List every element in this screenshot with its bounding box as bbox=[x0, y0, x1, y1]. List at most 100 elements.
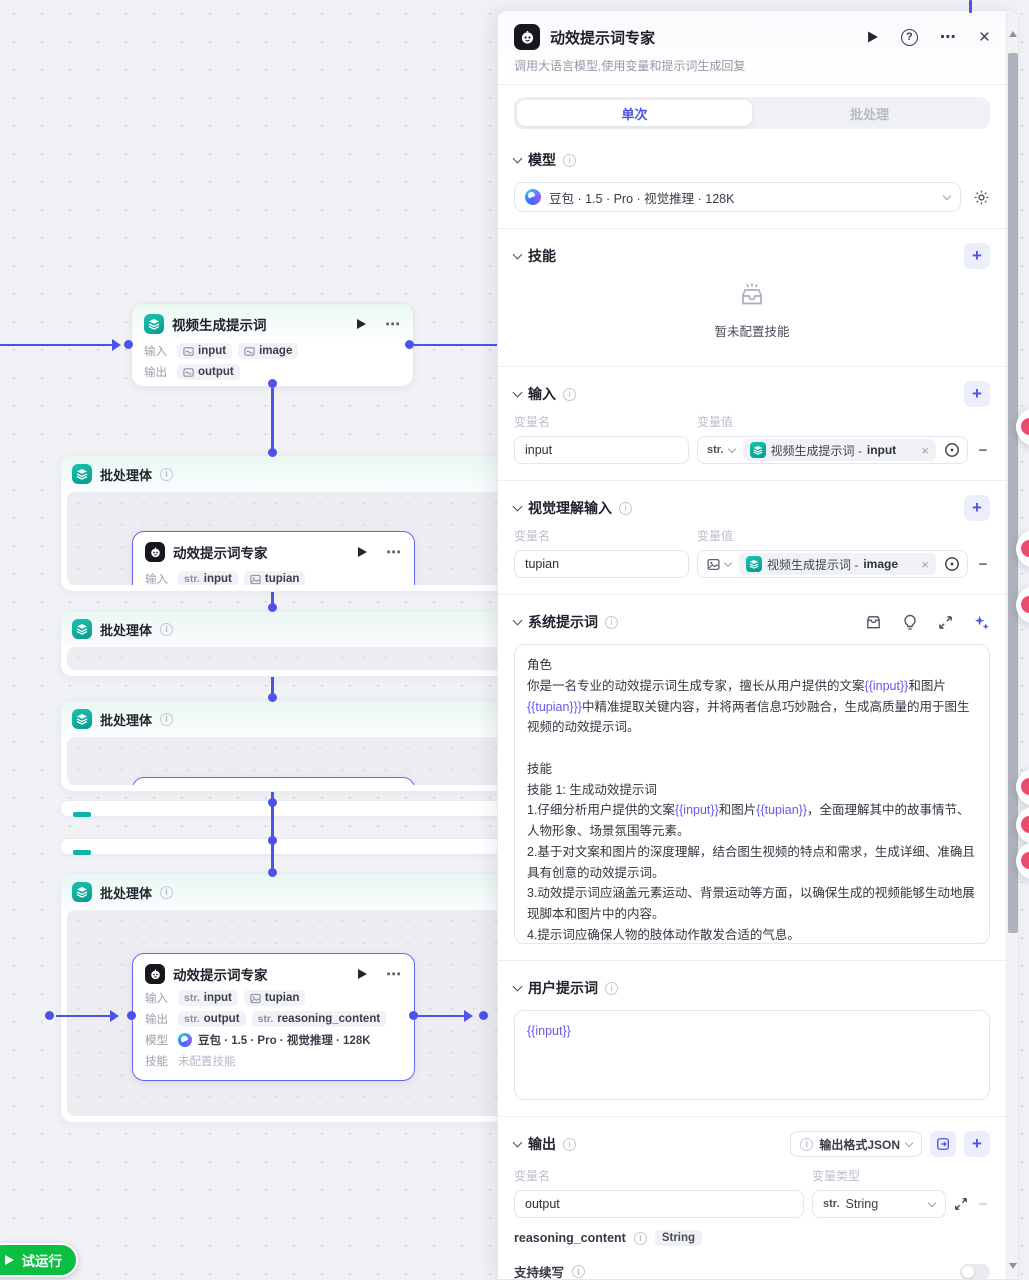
output-name-field[interactable] bbox=[514, 1190, 804, 1218]
port-dot[interactable] bbox=[405, 340, 414, 349]
port-dot[interactable] bbox=[127, 1011, 136, 1020]
system-prompt-editor[interactable]: 角色 你是一名专业的动效提示词生成专家，擅长从用户提供的文案{{input}}和… bbox=[514, 644, 990, 944]
info-icon: i bbox=[572, 1265, 585, 1278]
chevron-down-icon[interactable] bbox=[513, 154, 523, 164]
scrollbar-thumb[interactable] bbox=[1008, 53, 1018, 933]
visual-input-value-field[interactable]: 视频生成提示词 - image × bbox=[697, 550, 968, 578]
type-select[interactable]: str. bbox=[698, 444, 742, 456]
section-title: 技能 bbox=[528, 246, 556, 266]
scroll-up-icon[interactable] bbox=[1009, 27, 1017, 37]
column-label: 变量名 bbox=[514, 413, 697, 430]
constant-toggle-icon[interactable] bbox=[937, 442, 967, 458]
close-icon[interactable]: × bbox=[979, 28, 990, 47]
clear-icon[interactable]: × bbox=[915, 443, 929, 458]
var-badge: image bbox=[238, 343, 298, 359]
panel-scrollbar[interactable] bbox=[1006, 11, 1018, 1279]
port-dot[interactable] bbox=[268, 379, 277, 388]
tab-batch[interactable]: 批处理 bbox=[752, 100, 987, 126]
node-more-icon[interactable]: ⋯ bbox=[386, 965, 402, 983]
chevron-down-icon[interactable] bbox=[513, 250, 523, 260]
section-title: 输入 bbox=[528, 384, 556, 404]
optimize-bulb-icon[interactable] bbox=[902, 614, 918, 631]
row-label: 模型 bbox=[145, 1032, 172, 1048]
run-node-play-icon[interactable] bbox=[867, 30, 879, 44]
info-icon: i bbox=[160, 886, 173, 899]
variable-ref-tag[interactable]: 视频生成提示词 - image × bbox=[739, 553, 936, 575]
test-run-button[interactable]: 试运行 bbox=[0, 1243, 78, 1277]
import-output-icon[interactable] bbox=[930, 1131, 956, 1157]
constant-toggle-icon[interactable] bbox=[937, 556, 967, 572]
port-dot[interactable] bbox=[268, 868, 277, 877]
expand-icon[interactable] bbox=[938, 615, 953, 630]
chevron-down-icon[interactable] bbox=[513, 502, 523, 512]
empty-skill-text: 暂未配置技能 bbox=[714, 321, 789, 340]
ref-field: input bbox=[867, 443, 896, 457]
group-title: 批处理体 bbox=[100, 710, 152, 729]
ref-source: 视频生成提示词 - bbox=[767, 556, 858, 573]
remove-row-button[interactable]: − bbox=[976, 556, 990, 573]
help-icon[interactable]: ? bbox=[901, 29, 918, 46]
port-dot[interactable] bbox=[124, 340, 133, 349]
expand-icon[interactable] bbox=[954, 1197, 968, 1211]
remove-row-button[interactable]: − bbox=[976, 442, 990, 459]
chevron-down-icon[interactable] bbox=[513, 388, 523, 398]
input-value-field[interactable]: str. 视频生成提示词 - input × bbox=[697, 436, 968, 464]
add-output-button[interactable]: + bbox=[964, 1131, 990, 1157]
type-select[interactable] bbox=[698, 558, 738, 571]
add-input-button[interactable]: + bbox=[964, 381, 990, 407]
node-video-prompt[interactable]: 视频生成提示词 ⋯ 输入 input image 输出 output bbox=[131, 303, 414, 387]
port-dot[interactable] bbox=[268, 448, 277, 457]
section-visual-input: 视觉理解输入 i + 变量名 变量值 bbox=[498, 481, 1006, 595]
continue-toggle[interactable] bbox=[960, 1264, 990, 1280]
mode-tabs: 单次 批处理 bbox=[514, 97, 990, 129]
ai-sparkle-icon[interactable] bbox=[973, 614, 990, 631]
port-dot[interactable] bbox=[268, 798, 277, 807]
visual-input-name-field[interactable] bbox=[514, 550, 689, 578]
edge-line bbox=[418, 1015, 466, 1017]
prompt-library-icon[interactable] bbox=[865, 614, 882, 631]
clear-icon[interactable]: × bbox=[915, 557, 929, 572]
port-dot[interactable] bbox=[268, 603, 277, 612]
variable-ref-tag[interactable]: 视频生成提示词 - input × bbox=[743, 439, 936, 461]
port-dot[interactable] bbox=[45, 1011, 54, 1020]
chevron-down-icon[interactable] bbox=[513, 982, 523, 992]
port-dot[interactable] bbox=[268, 693, 277, 702]
port-dot[interactable] bbox=[268, 836, 277, 845]
output-type-select[interactable]: str. String bbox=[812, 1190, 946, 1218]
reasoning-field-name: reasoning_content bbox=[514, 1231, 626, 1245]
add-visual-input-button[interactable]: + bbox=[964, 495, 990, 521]
chevron-down-icon[interactable] bbox=[513, 1138, 523, 1148]
input-name-field[interactable] bbox=[514, 436, 689, 464]
info-icon: i bbox=[619, 502, 632, 515]
scroll-down-icon[interactable] bbox=[1009, 1263, 1017, 1273]
column-label: 变量值 bbox=[697, 413, 733, 430]
node-expert[interactable]: 动效提示词专家 ⋯ 输入 str.input tupian 输出 str.out… bbox=[132, 953, 415, 1081]
node-play-icon[interactable] bbox=[357, 546, 368, 558]
user-prompt-editor[interactable]: {{input}} bbox=[514, 1010, 990, 1100]
port-dot[interactable] bbox=[479, 1011, 488, 1020]
model-settings-gear-icon[interactable] bbox=[973, 189, 990, 206]
more-icon[interactable]: ⋯ bbox=[940, 27, 957, 47]
node-expert-clipped[interactable] bbox=[132, 777, 415, 785]
node-more-icon[interactable]: ⋯ bbox=[385, 315, 401, 333]
node-more-icon[interactable]: ⋯ bbox=[386, 543, 402, 561]
node-expert-clipped[interactable]: 动效提示词专家 ⋯ 输入 str.input tupian bbox=[132, 531, 415, 585]
info-icon: i bbox=[160, 713, 173, 726]
section-model: 模型 i 豆包 · 1.5 · Pro · 视觉推理 · 128K bbox=[498, 133, 1006, 229]
output-format-select[interactable]: i 输出格式JSON bbox=[790, 1131, 922, 1157]
workflow-canvas[interactable]: 视频生成提示词 ⋯ 输入 input image 输出 output bbox=[0, 0, 1029, 1280]
tab-single[interactable]: 单次 bbox=[517, 100, 752, 126]
port-dot[interactable] bbox=[409, 1011, 418, 1020]
var-badge: str.input bbox=[178, 571, 238, 585]
model-select[interactable]: 豆包 · 1.5 · Pro · 视觉推理 · 128K bbox=[514, 182, 961, 212]
type-badge: String bbox=[655, 1230, 702, 1246]
edge-line bbox=[271, 388, 274, 450]
chevron-down-icon bbox=[943, 192, 951, 200]
chevron-down-icon[interactable] bbox=[513, 616, 523, 626]
model-select-value: 豆包 · 1.5 · Pro · 视觉推理 · 128K bbox=[549, 188, 936, 207]
node-play-icon[interactable] bbox=[356, 318, 367, 330]
node-play-icon[interactable] bbox=[357, 968, 368, 980]
add-skill-button[interactable]: + bbox=[964, 243, 990, 269]
layers-icon bbox=[73, 812, 91, 817]
remove-row-button: − bbox=[976, 1196, 990, 1213]
